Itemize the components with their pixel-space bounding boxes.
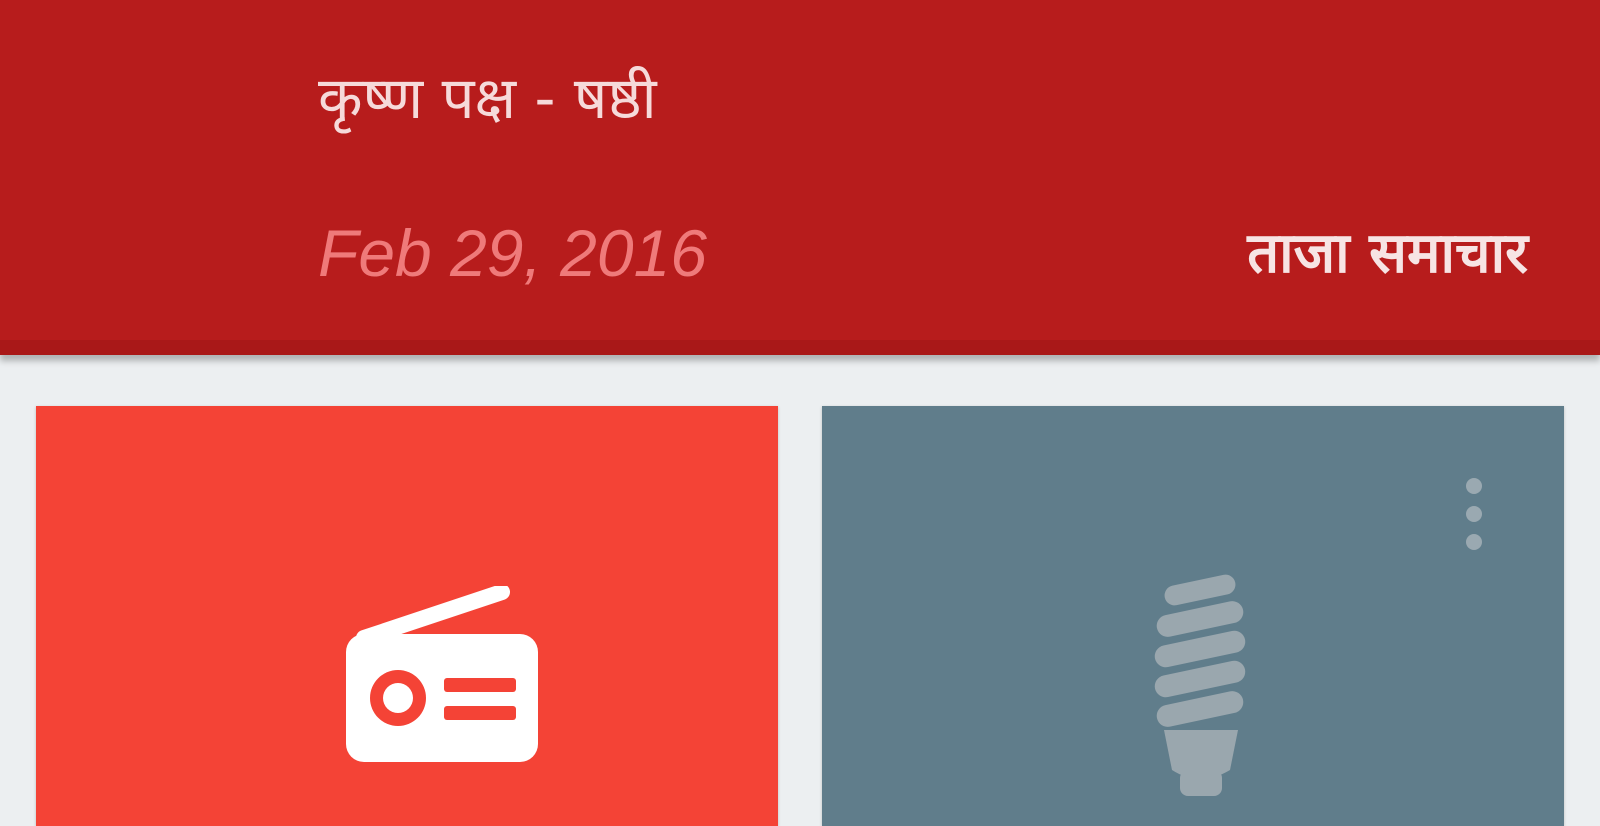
tithi-label: कृष्ण पक्ष - षष्ठी	[318, 64, 657, 132]
bulb-icon	[1154, 574, 1246, 796]
date-label: Feb 29, 2016	[318, 216, 707, 290]
more-vert-icon[interactable]	[1456, 476, 1492, 554]
header-divider	[0, 340, 1600, 355]
bulb-tile[interactable]	[822, 406, 1564, 826]
radio-icon	[346, 586, 538, 762]
radio-tile[interactable]	[36, 406, 778, 826]
app-header: कृष्ण पक्ष - षष्ठी Feb 29, 2016 ताजा समा…	[0, 0, 1600, 355]
latest-news-link[interactable]: ताजा समाचार	[1247, 214, 1528, 294]
